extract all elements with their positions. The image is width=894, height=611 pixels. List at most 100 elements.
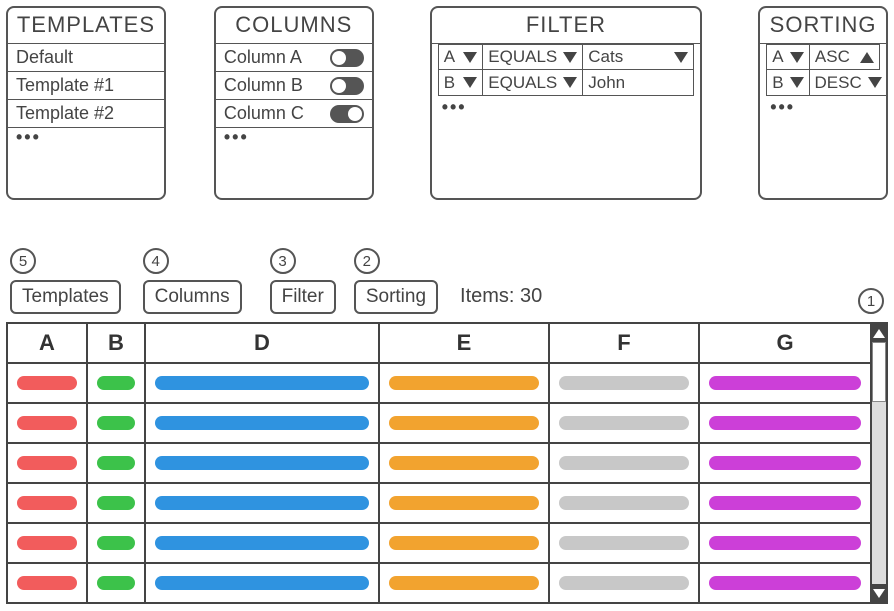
toolbar: 5 Templates 4 Columns 3 Filter 2 Sorting… <box>6 248 888 314</box>
column-header[interactable]: G <box>700 324 870 362</box>
table-cell <box>8 364 88 402</box>
cell-value-pill <box>155 576 369 590</box>
column-toggle[interactable] <box>330 105 364 123</box>
cell-value-pill <box>559 376 689 390</box>
sorting-title: SORTING <box>760 8 886 44</box>
columns-more[interactable]: ••• <box>216 128 372 156</box>
table-cell <box>146 444 380 482</box>
template-item[interactable]: Template #2 <box>8 100 164 128</box>
column-header[interactable]: A <box>8 324 88 362</box>
cell-value-pill <box>389 576 539 590</box>
cell-value-pill <box>155 536 369 550</box>
filter-more[interactable]: ••• <box>432 96 701 112</box>
template-item[interactable]: Default <box>8 44 164 72</box>
data-grid: ABDEFG <box>6 322 888 604</box>
column-item: Column C <box>216 100 372 128</box>
chevron-down-icon <box>563 77 577 88</box>
templates-more[interactable]: ••• <box>8 128 164 156</box>
template-item[interactable]: Template #1 <box>8 72 164 100</box>
cell-value-pill <box>709 536 861 550</box>
cell-value-pill <box>97 576 135 590</box>
cell-value-pill <box>97 416 135 430</box>
table-cell <box>88 444 146 482</box>
column-toggle[interactable] <box>330 77 364 95</box>
filter-col-select[interactable]: B <box>438 70 484 96</box>
chevron-up-icon <box>860 52 874 63</box>
scroll-down-icon[interactable] <box>872 584 886 602</box>
table-cell <box>146 564 380 602</box>
table-cell <box>700 564 870 602</box>
table-row[interactable] <box>8 364 870 404</box>
filter-button[interactable]: Filter <box>270 280 336 314</box>
cell-value-pill <box>17 376 77 390</box>
cell-value-pill <box>709 496 861 510</box>
filter-val-input[interactable]: John <box>583 70 694 96</box>
table-cell <box>88 404 146 442</box>
cell-value-pill <box>17 496 77 510</box>
table-cell <box>146 404 380 442</box>
templates-list: Default Template #1 Template #2 ••• <box>8 44 164 156</box>
column-header[interactable]: F <box>550 324 700 362</box>
table-cell <box>146 364 380 402</box>
column-header[interactable]: E <box>380 324 550 362</box>
tool-columns: 4 Columns <box>143 248 242 314</box>
table-row[interactable] <box>8 524 870 564</box>
step-badge: 5 <box>10 248 36 274</box>
table-cell <box>550 444 700 482</box>
sort-col-select[interactable]: B <box>766 70 809 96</box>
columns-button[interactable]: Columns <box>143 280 242 314</box>
vertical-scrollbar[interactable] <box>870 324 886 602</box>
column-header[interactable]: B <box>88 324 146 362</box>
cell-value-pill <box>389 456 539 470</box>
templates-button[interactable]: Templates <box>10 280 121 314</box>
filter-col-select[interactable]: A <box>438 44 484 70</box>
cell-value-pill <box>97 376 135 390</box>
step-badge: 4 <box>143 248 169 274</box>
chevron-down-icon <box>463 52 477 63</box>
cell-value-pill <box>17 456 77 470</box>
scroll-up-icon[interactable] <box>872 324 886 342</box>
filter-op-select[interactable]: EQUALS <box>483 70 583 96</box>
cell-value-pill <box>155 376 369 390</box>
cell-value-pill <box>559 576 689 590</box>
column-item: Column B <box>216 72 372 100</box>
column-header[interactable]: D <box>146 324 380 362</box>
chevron-down-icon <box>790 77 804 88</box>
table-cell <box>550 484 700 522</box>
chevron-down-icon <box>790 52 804 63</box>
cell-value-pill <box>389 416 539 430</box>
scroll-thumb[interactable] <box>872 342 886 402</box>
cell-value-pill <box>97 496 135 510</box>
filter-title: FILTER <box>432 8 701 44</box>
tool-filter: 3 Filter <box>270 248 336 314</box>
table-cell <box>700 524 870 562</box>
sort-dir-select[interactable]: DESC <box>810 70 888 96</box>
chevron-down-icon <box>674 52 688 63</box>
templates-title: TEMPLATES <box>8 8 164 44</box>
table-row[interactable] <box>8 484 870 524</box>
chevron-down-icon <box>563 52 577 63</box>
cell-value-pill <box>709 376 861 390</box>
sorting-button[interactable]: Sorting <box>354 280 438 314</box>
column-toggle[interactable] <box>330 49 364 67</box>
table-row[interactable] <box>8 444 870 484</box>
cell-value-pill <box>559 536 689 550</box>
table-row[interactable] <box>8 564 870 602</box>
filter-op-select[interactable]: EQUALS <box>483 44 583 70</box>
filter-val-select[interactable]: Cats <box>583 44 694 70</box>
table-cell <box>380 564 550 602</box>
sort-dir-select[interactable]: ASC <box>810 44 880 70</box>
cell-value-pill <box>389 536 539 550</box>
scroll-track[interactable] <box>872 342 886 584</box>
table-cell <box>700 404 870 442</box>
table-row[interactable] <box>8 404 870 444</box>
sorting-more[interactable]: ••• <box>760 96 886 112</box>
table-cell <box>146 524 380 562</box>
step-badge: 2 <box>354 248 380 274</box>
table-cell <box>380 444 550 482</box>
table-cell <box>88 364 146 402</box>
sort-col-select[interactable]: A <box>766 44 810 70</box>
templates-panel: TEMPLATES Default Template #1 Template #… <box>6 6 166 200</box>
table-cell <box>550 564 700 602</box>
cell-value-pill <box>709 416 861 430</box>
